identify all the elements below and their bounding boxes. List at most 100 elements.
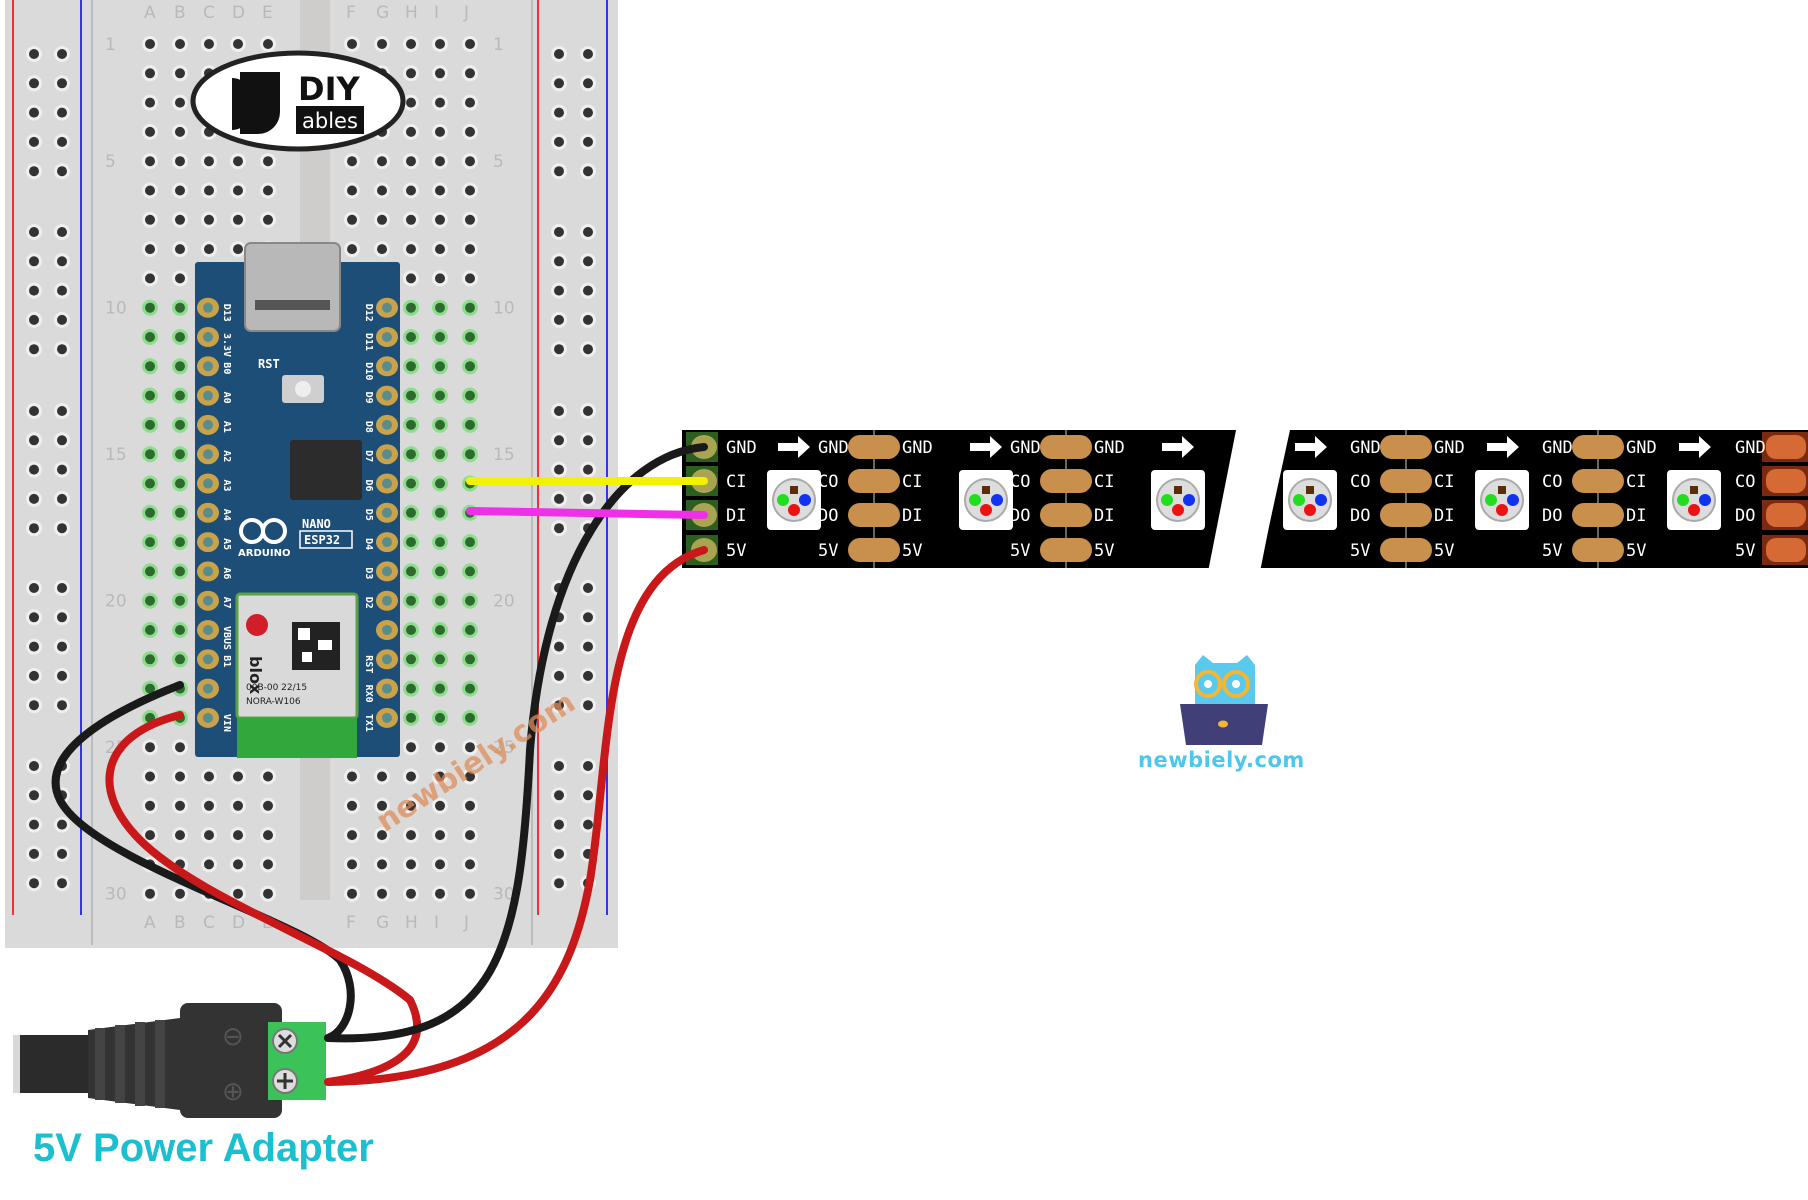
breadboard-hole-center	[204, 800, 214, 811]
rail-hole-center	[554, 790, 564, 801]
solder-pad[interactable]	[848, 538, 900, 562]
logo-bottom-text: ables	[302, 109, 358, 133]
pin-hole	[382, 419, 392, 430]
rail-hole-center	[583, 819, 593, 830]
row-label: 1	[493, 35, 504, 55]
breadboard-hole-center	[406, 742, 416, 753]
solder-pad[interactable]	[1572, 469, 1624, 493]
rail-hole-center	[29, 136, 39, 147]
led-blue	[1183, 494, 1195, 506]
rail-hole-center	[57, 406, 67, 416]
breadboard-hole-center	[465, 156, 475, 167]
breadboard-hole-center	[145, 419, 155, 430]
solder-pad[interactable]	[1380, 503, 1432, 527]
column-label: H	[405, 913, 418, 933]
rail-hole-center	[29, 78, 39, 89]
rail-hole-center	[554, 641, 564, 652]
breadboard-hole-center	[263, 888, 273, 899]
solder-pad[interactable]	[848, 469, 900, 493]
solder-pad[interactable]	[1572, 435, 1624, 459]
pin-label-right: D11	[363, 333, 374, 351]
column-label: I	[434, 913, 439, 933]
rail-hole-center	[583, 700, 593, 711]
rail-hole-center	[554, 166, 564, 177]
rail-hole-center	[583, 790, 593, 801]
data-wire[interactable]	[466, 507, 708, 519]
rail-hole-center	[554, 344, 564, 355]
rail-hole-center	[583, 314, 593, 325]
breadboard-hole-center	[465, 361, 475, 372]
pin-hole	[203, 419, 213, 430]
pin-hole	[382, 449, 392, 460]
solder-pad[interactable]	[848, 503, 900, 527]
breadboard-hole-center	[465, 214, 475, 225]
rail-hole-center	[583, 227, 593, 237]
breadboard-hole-center	[406, 859, 416, 870]
pin-hole	[382, 361, 392, 372]
solder-pad[interactable]	[1040, 435, 1092, 459]
breadboard-hole-center	[435, 214, 445, 225]
breadboard-hole-center	[406, 214, 416, 225]
solder-pad[interactable]	[1380, 469, 1432, 493]
breadboard-hole-center	[435, 302, 445, 313]
breadboard-hole-center	[435, 625, 445, 635]
solder-pad[interactable]	[1572, 503, 1624, 527]
breadboard-hole-center	[347, 244, 357, 255]
breadboard-hole-center	[406, 302, 416, 313]
rail-hole-center	[29, 583, 39, 593]
solder-pad[interactable]	[1040, 503, 1092, 527]
led-die	[1174, 486, 1182, 494]
solder-pad[interactable]	[1040, 469, 1092, 493]
breadboard-hole-center	[145, 625, 155, 635]
breadboard-hole-center	[435, 449, 445, 460]
breadboard-hole-center	[465, 185, 475, 196]
breadboard-hole-center	[204, 39, 214, 49]
breadboard-hole-center	[465, 390, 475, 401]
breadboard-hole-center	[406, 97, 416, 108]
led-blue	[991, 494, 1003, 506]
breadboard-hole-center	[145, 830, 155, 841]
rail-hole-center	[29, 406, 39, 416]
led-red	[788, 504, 800, 516]
solder-pad[interactable]	[1380, 538, 1432, 562]
solder-pad[interactable]	[1380, 435, 1432, 459]
pin-label-left: B0	[221, 362, 232, 374]
breadboard-hole-center	[465, 332, 475, 342]
led-red	[1496, 504, 1508, 516]
rail-hole-center	[57, 612, 67, 623]
rail-hole-center	[583, 641, 593, 652]
strip-input-label: DI	[1626, 506, 1646, 526]
module-line1: 00B-00 22/15	[246, 683, 307, 693]
rail-hole-center	[29, 107, 39, 118]
rail-hole-center	[29, 878, 39, 889]
breadboard-hole-center	[145, 888, 155, 899]
rail-hole-center	[583, 78, 593, 89]
wiring-diagram: AABBCCDDEEFFGGHHIIJJ1 15 510 1015 1520 2025 25…	[5, 0, 1808, 1118]
pin-hole	[203, 683, 213, 694]
rail-hole-center	[554, 523, 564, 534]
breadboard-hole-center	[347, 214, 357, 225]
breadboard-hole-center	[145, 126, 155, 137]
pin-label-right: RX0	[363, 685, 374, 703]
column-label: E	[262, 3, 273, 23]
breadboard-hole-center	[175, 771, 185, 782]
newbiely-site-name[interactable]: newbiely.com	[1138, 748, 1305, 772]
breadboard-hole-center	[204, 156, 214, 167]
led-green	[1485, 494, 1497, 506]
row-label: 15	[493, 445, 515, 465]
pin-hole	[203, 537, 213, 548]
strip-input-label: CI	[1626, 472, 1646, 492]
rail-hole-center	[554, 878, 564, 889]
pin-hole	[382, 332, 392, 342]
breadboard-hole-center	[175, 214, 185, 225]
strip-input-label: DI	[902, 506, 922, 526]
solder-pad[interactable]	[848, 435, 900, 459]
led-red	[1304, 504, 1316, 516]
plus-symbol: ⊕	[222, 1077, 244, 1107]
strip-end-pad-inner	[1766, 538, 1806, 562]
pin-hole	[203, 625, 213, 635]
breadboard-hole-center	[347, 888, 357, 899]
solder-pad[interactable]	[1572, 538, 1624, 562]
rail-hole-center	[554, 493, 564, 504]
solder-pad[interactable]	[1040, 538, 1092, 562]
